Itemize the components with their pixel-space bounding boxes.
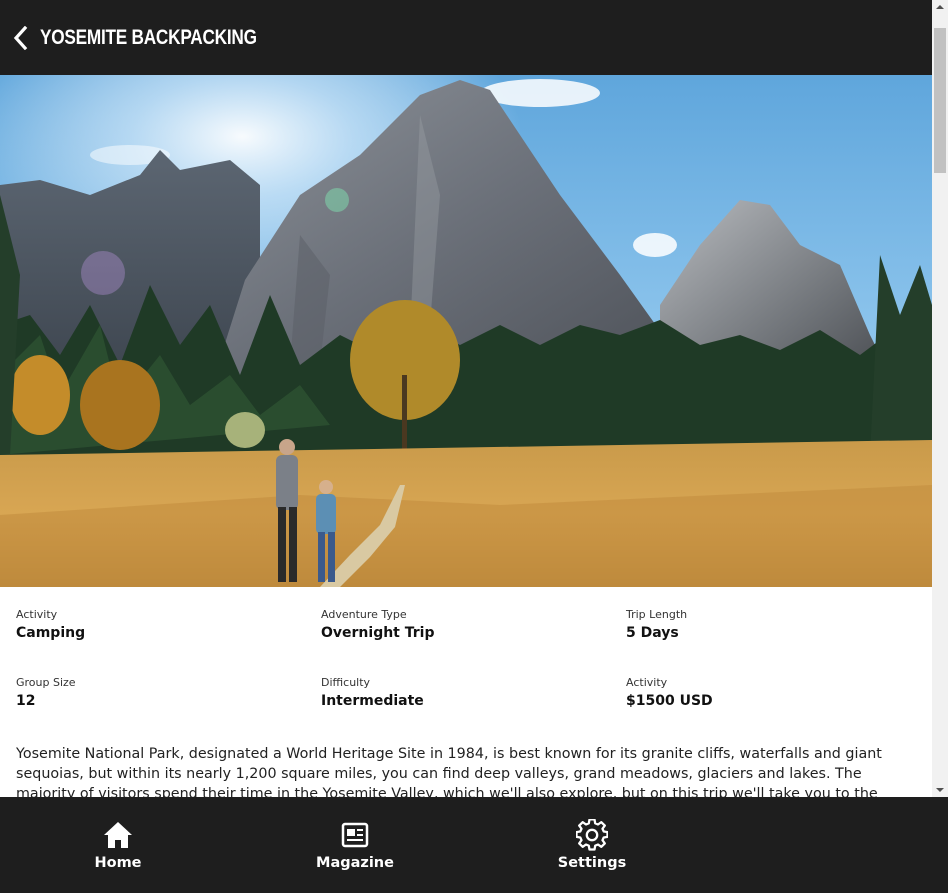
detail-value: 12 bbox=[16, 693, 36, 709]
app: YOSEMITE BACKPACKING Activity Camping Ad… bbox=[0, 0, 948, 893]
detail-label: Group Size bbox=[16, 676, 76, 689]
detail-value: 5 Days bbox=[626, 625, 679, 641]
detail-label: Activity bbox=[626, 676, 668, 689]
detail-label: Difficulty bbox=[321, 676, 371, 689]
nav-item-settings[interactable]: Settings bbox=[527, 797, 657, 893]
detail-trip-length: Trip Length 5 Days bbox=[626, 607, 916, 643]
gear-icon bbox=[576, 819, 608, 851]
back-button[interactable] bbox=[4, 21, 38, 55]
chevron-left-icon bbox=[13, 25, 28, 50]
detail-activity: Activity Camping bbox=[16, 607, 321, 643]
nav-item-home[interactable]: Home bbox=[53, 797, 183, 893]
detail-group-size: Group Size 12 bbox=[16, 675, 321, 711]
yosemite-valley-photo bbox=[0, 75, 932, 587]
detail-value: Overnight Trip bbox=[321, 625, 435, 641]
nav-label-settings: Settings bbox=[557, 855, 627, 871]
detail-difficulty: Difficulty Intermediate bbox=[321, 675, 626, 711]
trip-details: Activity Camping Adventure Type Overnigh… bbox=[0, 587, 932, 797]
detail-label: Trip Length bbox=[626, 608, 688, 621]
trip-description: Yosemite National Park, designated a Wor… bbox=[16, 746, 882, 797]
hero-image bbox=[0, 75, 932, 587]
detail-value: Intermediate bbox=[321, 693, 424, 709]
scrollbar-thumb[interactable] bbox=[934, 28, 946, 173]
scroll-up-arrow-icon[interactable] bbox=[932, 0, 948, 14]
detail-adventure-type: Adventure Type Overnight Trip bbox=[321, 607, 626, 643]
bottom-navigation: Home Magazine Settings bbox=[0, 797, 948, 893]
detail-price: Activity $1500 USD bbox=[626, 675, 916, 711]
home-icon bbox=[102, 819, 134, 851]
detail-value: $1500 USD bbox=[626, 693, 713, 709]
nav-item-magazine[interactable]: Magazine bbox=[290, 797, 420, 893]
page-title: YOSEMITE BACKPACKING bbox=[40, 25, 257, 49]
nav-label-magazine: Magazine bbox=[316, 855, 394, 871]
detail-label: Adventure Type bbox=[321, 608, 407, 621]
nav-label-home: Home bbox=[94, 855, 142, 871]
content-scroll-area[interactable]: Activity Camping Adventure Type Overnigh… bbox=[0, 75, 932, 797]
detail-label: Activity bbox=[16, 608, 58, 621]
newspaper-icon bbox=[339, 819, 371, 851]
scroll-down-arrow-icon[interactable] bbox=[932, 783, 948, 797]
detail-value: Camping bbox=[16, 625, 86, 641]
detail-grid: Activity Camping Adventure Type Overnigh… bbox=[16, 607, 916, 711]
vertical-scrollbar[interactable] bbox=[932, 0, 948, 797]
top-app-bar: YOSEMITE BACKPACKING bbox=[0, 0, 932, 75]
